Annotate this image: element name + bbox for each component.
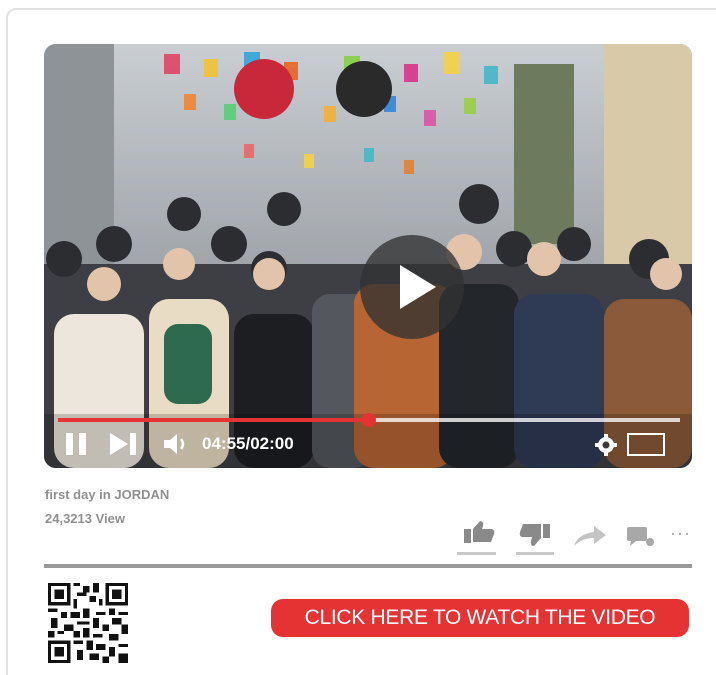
progress-fill (58, 418, 369, 422)
video-title: first day in JORDAN (45, 487, 170, 502)
like-underline (457, 552, 496, 555)
dislike-icon[interactable] (518, 522, 552, 548)
time-display: 04:55/02:00 (202, 434, 294, 453)
more-icon[interactable]: ··· (670, 524, 694, 542)
dislike-underline (516, 552, 554, 555)
next-icon[interactable] (110, 433, 140, 455)
play-icon[interactable] (360, 235, 464, 339)
like-icon[interactable] (462, 520, 496, 544)
qr-code (48, 583, 128, 663)
video-thumbnail (44, 44, 692, 468)
video-player[interactable]: 04:55/02:00 (44, 44, 692, 468)
volume-icon[interactable] (162, 432, 192, 456)
watch-video-button[interactable]: CLICK HERE TO WATCH THE VIDEO (271, 599, 689, 637)
view-count: 24,3213 View (45, 511, 125, 526)
share-icon[interactable] (572, 524, 608, 548)
pause-icon[interactable] (66, 433, 88, 455)
progress-handle[interactable] (362, 413, 376, 427)
settings-icon[interactable] (595, 434, 617, 456)
comment-icon[interactable] (626, 525, 656, 547)
fullscreen-icon[interactable] (627, 433, 665, 456)
divider (44, 564, 692, 568)
